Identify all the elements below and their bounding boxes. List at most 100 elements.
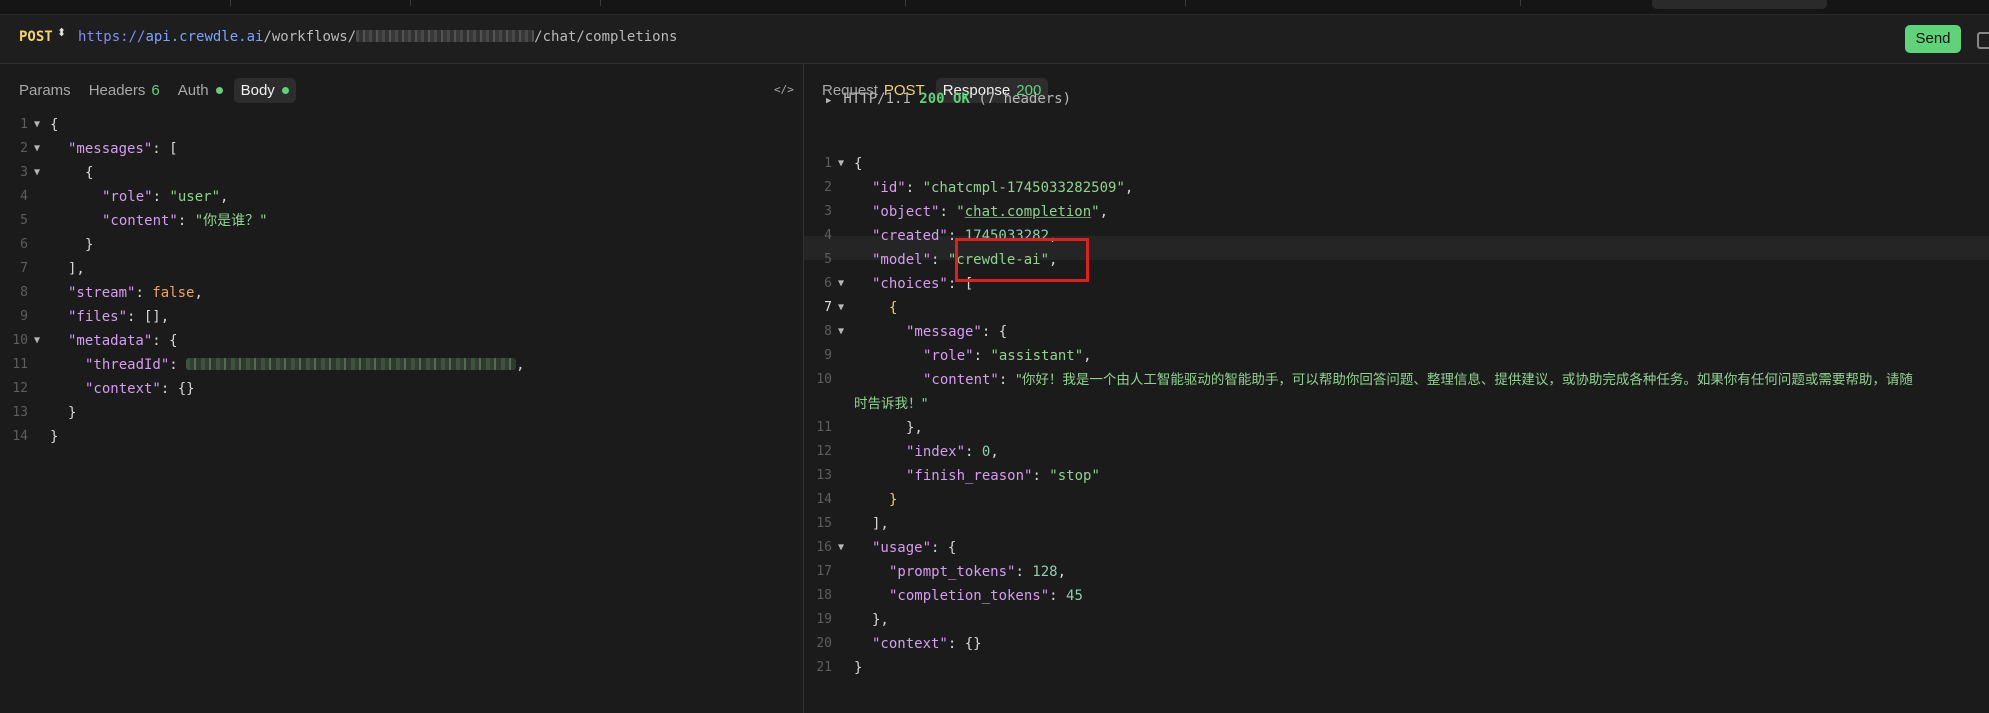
json-value: "你是谁？" — [194, 213, 268, 229]
expand-headers-icon[interactable]: ▶ — [826, 96, 831, 106]
json-key: "content" — [102, 213, 178, 229]
line-number: 14 — [12, 429, 28, 444]
json-key: "completion_tokens" — [889, 588, 1050, 604]
headers-count-badge: 6 — [151, 81, 160, 99]
line-number: 9 — [824, 348, 832, 363]
auth-status-dot — [215, 86, 223, 94]
json-key: "role" — [923, 348, 974, 364]
fold-toggle-icon[interactable]: ▼ — [34, 161, 40, 185]
json-key: "model" — [872, 252, 932, 268]
tab-separator — [1520, 0, 1521, 6]
line-number: 4 — [824, 228, 832, 243]
active-tab[interactable] — [1652, 0, 1827, 9]
tab-separator — [230, 0, 231, 6]
json-value-link[interactable]: chat.completion — [965, 204, 1091, 220]
request-body-editor[interactable]: 1 ▼{ 2 ▼ "messages": [ 3 ▼{ 4 "role": "user",… — [6, 113, 796, 493]
json-value: "assistant" — [990, 348, 1084, 364]
redacted-thread-id — [186, 358, 517, 370]
json-key: "metadata" — [68, 333, 153, 349]
json-key: "stream" — [68, 285, 136, 301]
line-number: 14 — [816, 492, 832, 507]
http-status-line[interactable]: ▶ HTTP/1.1 200 OK (7 headers) — [826, 91, 1071, 107]
response-body-viewer[interactable]: 1 ▼{ 2 "id": "chatcmpl-1745033282509", 3 "o… — [810, 152, 1980, 712]
line-number: 6 — [20, 237, 28, 252]
line-number: 13 — [816, 468, 832, 483]
line-number: 2 — [20, 141, 28, 156]
fold-toggle-icon[interactable]: ▼ — [838, 536, 844, 560]
line-number: 2 — [824, 180, 832, 195]
copy-icon[interactable] — [1977, 32, 1989, 49]
json-key: "id" — [872, 180, 906, 196]
send-button[interactable]: Send — [1905, 25, 1961, 53]
fold-toggle-icon[interactable]: ▼ — [838, 320, 844, 344]
fold-toggle-icon[interactable]: ▼ — [838, 272, 844, 296]
annotation-highlight-box — [955, 238, 1089, 282]
json-value: "stop" — [1049, 468, 1100, 484]
tab-headers[interactable]: Headers 6 — [82, 78, 167, 103]
line-number: 5 — [824, 252, 832, 267]
code-view-icon[interactable]: </> — [774, 83, 794, 96]
line-number: 4 — [20, 189, 28, 204]
line-number: 3 — [20, 165, 28, 180]
method-caret-icon[interactable]: ⬍ — [57, 28, 66, 39]
redacted-workflow-id — [356, 30, 535, 42]
json-key: "files" — [68, 309, 128, 325]
line-number: 18 — [816, 588, 832, 603]
json-key: "messages" — [68, 141, 153, 157]
line-number: 11 — [12, 357, 28, 372]
http-headers-count: (7 headers) — [978, 91, 1072, 107]
line-number: 17 — [816, 564, 832, 579]
tab-body-label: Body — [240, 81, 275, 99]
line-number: 12 — [816, 444, 832, 459]
line-number: 10 — [816, 372, 832, 387]
json-key: "index" — [906, 444, 966, 460]
tab-separator — [1185, 0, 1186, 6]
json-key: "object" — [872, 204, 940, 220]
line-number: 7 — [824, 300, 832, 315]
tab-body[interactable]: Body — [233, 77, 296, 103]
http-version: HTTP/1.1 — [843, 91, 911, 107]
tab-separator — [410, 0, 411, 6]
fold-toggle-icon[interactable]: ▼ — [34, 329, 40, 353]
url-input[interactable]: https://api.crewdle.ai/workflows/ /chat/c… — [78, 29, 677, 45]
http-status-code: 200 OK — [919, 91, 970, 107]
tab-params-label: Params — [19, 81, 71, 99]
tab-params[interactable]: Params — [12, 78, 78, 103]
fold-toggle-icon[interactable]: ▼ — [838, 152, 844, 176]
fold-toggle-icon[interactable]: ▼ — [838, 296, 844, 320]
json-value: 45 — [1066, 588, 1083, 604]
json-key: "role" — [102, 189, 153, 205]
request-panel: Params Headers 6 Auth Body </> 1 ▼{ 2 ▼ "mes… — [0, 64, 803, 713]
request-tabs: Params Headers 6 Auth Body — [12, 76, 300, 104]
json-key: "context" — [85, 381, 161, 397]
fold-toggle-icon[interactable]: ▼ — [34, 137, 40, 161]
line-number: 19 — [816, 612, 832, 627]
url-path-prefix: /workflows/ — [263, 29, 357, 45]
line-number: 12 — [12, 381, 28, 396]
json-key: "finish_reason" — [906, 468, 1033, 484]
tab-separator — [905, 0, 906, 6]
line-number: 20 — [816, 636, 832, 651]
url-path-suffix: /chat/completions — [534, 29, 678, 45]
tab-headers-label: Headers — [88, 81, 146, 99]
tab-separator — [600, 0, 601, 6]
line-number: 1 — [20, 117, 28, 132]
tab-auth-label: Auth — [177, 81, 209, 99]
line-number: 13 — [12, 405, 28, 420]
body-status-dot — [281, 86, 289, 94]
json-key: "prompt_tokens" — [889, 564, 1016, 580]
line-number: 8 — [20, 285, 28, 300]
json-value: 128 — [1032, 564, 1058, 580]
json-value: false — [152, 285, 195, 301]
json-key: "content" — [923, 372, 999, 388]
fold-toggle-icon[interactable]: ▼ — [34, 113, 40, 137]
line-number: 15 — [816, 516, 832, 531]
json-key: "choices" — [872, 276, 948, 292]
tab-auth[interactable]: Auth — [171, 78, 230, 103]
method-selector[interactable]: POST — [19, 29, 53, 45]
line-number: 6 — [824, 276, 832, 291]
json-value: "你好！我是一个由人工智能驱动的智能助手，可以帮助你回答问题、整理信息、提供建议… — [1015, 372, 1913, 388]
line-number: 5 — [20, 213, 28, 228]
line-number: 10 — [12, 333, 28, 348]
line-number: 11 — [816, 420, 832, 435]
